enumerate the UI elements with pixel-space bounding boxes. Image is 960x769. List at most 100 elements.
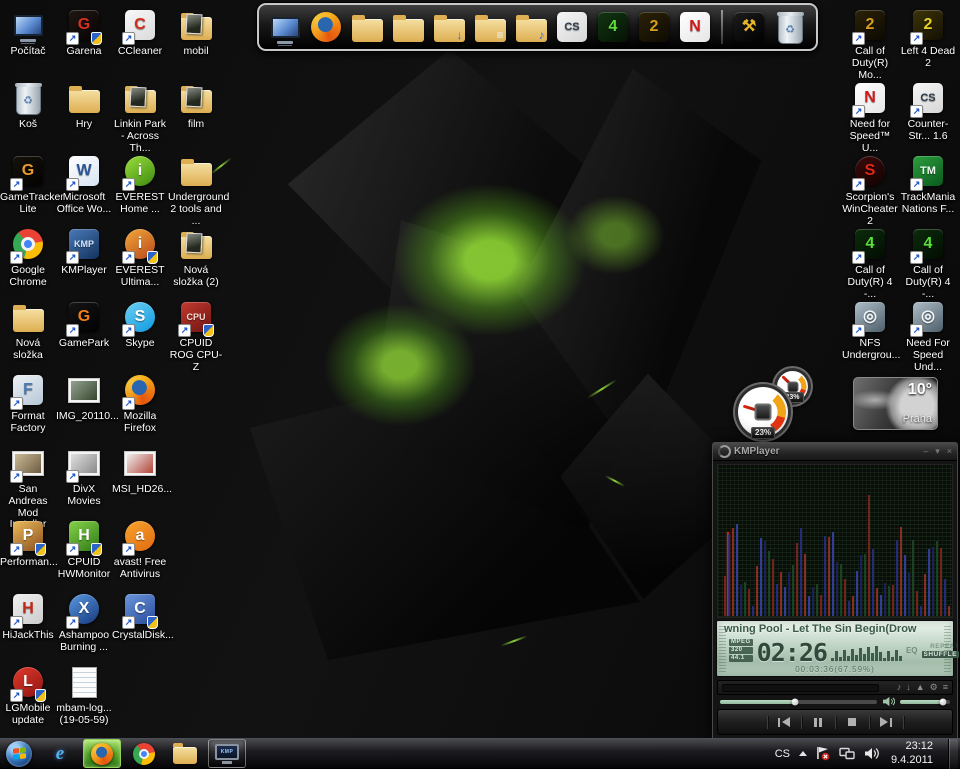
dock-item-documents-folder[interactable]: ≡ (472, 8, 508, 46)
dock-item-left-4-dead[interactable]: 4 (595, 8, 631, 46)
desktop-icon-format-factory[interactable]: F↗Format Factory (0, 369, 56, 442)
desktop-icon-ashampoo-burning[interactable]: X↗Ashampoo Burning ... (56, 588, 112, 661)
desktop-icon-cpuid-rog-cpu-z[interactable]: CPU↗CPUID ROG CPU-Z (168, 296, 224, 369)
desktop-icon-mozilla-firefox[interactable]: ↗Mozilla Firefox (112, 369, 168, 442)
desktop-icon-label: Hry (76, 119, 92, 131)
desktop-icon-img-20110[interactable]: IMG_20110... (56, 369, 112, 442)
taskbar-pin-firefox[interactable] (83, 739, 121, 768)
stream-samplerate: 44.1 (729, 655, 753, 662)
recycle-bin-icon (778, 15, 803, 44)
viz-bar (920, 606, 922, 616)
desktop-icon-left-4-dead-2[interactable]: 2↗Left 4 Dead 2 (899, 4, 957, 77)
seek-bar[interactable] (720, 700, 877, 704)
desktop-icon-film[interactable]: film (168, 77, 224, 150)
volume-icon[interactable] (864, 747, 879, 760)
desktop-icon-msi-hd26[interactable]: MSI_HD26... (112, 442, 168, 515)
desktop-icon-call-of-duty-r-4[interactable]: 4↗Call of Duty(R) 4 -... (841, 223, 899, 296)
shuffle-label[interactable]: SHUFFLE (922, 651, 959, 658)
next-button[interactable] (870, 715, 903, 730)
desktop-icon-performan[interactable]: P↗Performan... (0, 515, 56, 588)
minimize-button[interactable]: – (923, 447, 928, 456)
capture-icon[interactable]: ↓ (906, 683, 911, 692)
desktop-icon-google-chrome[interactable]: ↗Google Chrome (0, 223, 56, 296)
playlist-icon[interactable]: ≡ (943, 683, 948, 692)
desktop-icon-mbam-log-19-05-59[interactable]: mbam-log... (19-05-59) (56, 661, 112, 734)
desktop-icon-need-for-speed-und[interactable]: ◎↗Need For Speed Und... (899, 296, 957, 369)
viz-bar (864, 554, 866, 616)
desktop-icon-underground-2-tools-and[interactable]: Underground 2 tools and ... (168, 150, 224, 223)
repeat-label[interactable]: REPEAT (930, 643, 959, 650)
desktop-icon-nov-slo-ka[interactable]: Nová složka (0, 296, 56, 369)
stop-button[interactable] (836, 715, 869, 730)
dock-item-music-folder[interactable]: ♪ (513, 8, 549, 46)
weather-gadget[interactable]: 10° Praha (853, 377, 938, 430)
dock-item-computer[interactable] (267, 8, 303, 46)
music-icon[interactable]: ♪ (897, 683, 902, 692)
stream-bitrate: 320 (729, 647, 753, 654)
taskbar-button-kmplayer[interactable]: KMP (208, 739, 246, 768)
dock-item-left-4-dead-2[interactable]: 2 (636, 8, 672, 46)
desktop-icon-counter-str-1-6[interactable]: CS↗Counter-Str... 1.6 (899, 77, 957, 150)
dock-item-recycle-bin[interactable] (772, 8, 808, 46)
desktop-icon-po-ta[interactable]: Počítač (0, 4, 56, 77)
pause-button[interactable] (802, 715, 835, 730)
desktop-icon-gametracker-lite[interactable]: G↗GameTracker Lite (0, 150, 56, 223)
network-icon[interactable] (839, 747, 855, 760)
dock-item-firefox[interactable] (308, 8, 344, 46)
desktop-icon-cpuid-hwmonitor[interactable]: H↗CPUID HWMonitor (56, 515, 112, 588)
taskbar-clock[interactable]: 23:12 9.4.2011 (891, 740, 933, 768)
taskbar-pin-explorer[interactable] (167, 740, 203, 767)
desktop-icon-trackmania-nations-f[interactable]: TM↗TrackMania Nations F... (899, 150, 957, 223)
desktop-icon-mobil[interactable]: mobil (168, 4, 224, 77)
desktop-icon-nfs-undergrou[interactable]: ◎↗NFS Undergrou... (841, 296, 899, 369)
desktop-icon-linkin-park-across-th[interactable]: Linkin Park - Across Th... (112, 77, 168, 150)
taskbar-pin-internet-explorer[interactable]: e (42, 740, 78, 767)
always-on-top-button[interactable]: ▾ (935, 447, 940, 456)
action-center-flag-icon[interactable] (816, 746, 830, 761)
previous-button[interactable] (768, 715, 801, 730)
desktop-icon-avast-free-antivirus[interactable]: a↗avast! Free Antivirus (112, 515, 168, 588)
desktop-icon-divx-movies[interactable]: ↗DivX Movies (56, 442, 112, 515)
desktop-icon-everest-ultima[interactable]: i↗EVEREST Ultima... (112, 223, 168, 296)
taskbar-pin-chrome[interactable] (126, 740, 162, 767)
show-desktop-button[interactable] (948, 739, 958, 769)
desktop-icon-skype[interactable]: S↗Skype (112, 296, 168, 369)
desktop-icon-gamepark[interactable]: G↗GamePark (56, 296, 112, 369)
show-hidden-icons-arrow[interactable] (799, 751, 807, 756)
volume-bar[interactable] (900, 700, 950, 704)
desktop-icon-garena[interactable]: G↗Garena (56, 4, 112, 77)
kmplayer-titlebar[interactable]: KMPlayer – ▾ × (713, 443, 957, 461)
dock-item-downloads-folder[interactable]: ↓ (431, 8, 467, 46)
volume-thumb[interactable] (940, 698, 947, 705)
desktop-icon-need-for-speed-u[interactable]: N↗Need for Speed™ U... (841, 77, 899, 150)
seek-thumb[interactable] (792, 698, 799, 705)
desktop-icon-call-of-duty-r-mo[interactable]: 2↗Call of Duty(R) Mo... (841, 4, 899, 77)
desktop-icon-hry[interactable]: Hry (56, 77, 112, 150)
settings-icon[interactable]: ⚙ (930, 683, 938, 692)
desktop-icon-scorpion-s-wincheater-2[interactable]: S↗Scorpion's WinCheater 2 (841, 150, 899, 223)
eject-icon[interactable]: ▲ (916, 683, 925, 692)
dock-item-gold-tool[interactable]: ⚒ (731, 8, 767, 46)
desktop-icon-call-of-duty-r-4[interactable]: 4↗Call of Duty(R) 4 -... (899, 223, 957, 296)
desktop-icon-nov-slo-ka-2[interactable]: Nová složka (2) (168, 223, 224, 296)
desktop-icon-ko[interactable]: Koš (0, 77, 56, 150)
start-button[interactable] (6, 741, 32, 767)
desktop-icon-san-andreas-mod-installer[interactable]: ↗San Andreas Mod Installer (0, 442, 56, 515)
desktop-icon-crystaldisk[interactable]: C↗CrystalDisk... (112, 588, 168, 661)
desktop-icon-lgmobile-update[interactable]: L↗LGMobile update (0, 661, 56, 734)
desktop-icon-ccleaner[interactable]: C↗CCleaner (112, 4, 168, 77)
cpu-gauge-gadget[interactable]: 23% (735, 384, 791, 440)
desktop-icon-microsoft-office-wo[interactable]: W↗Microsoft Office Wo... (56, 150, 112, 223)
dock-item-need-for-speed[interactable]: N (677, 8, 713, 46)
desktop-icon-hijackthis[interactable]: H↗HiJackThis (0, 588, 56, 661)
desktop-icon-everest-home[interactable]: i↗EVEREST Home ... (112, 150, 168, 223)
player-volume-icon[interactable] (882, 696, 895, 707)
language-indicator[interactable]: CS (775, 748, 790, 760)
desktop-icon-kmplayer[interactable]: KMP↗KMPlayer (56, 223, 112, 296)
dock-item-counter-strike[interactable]: CS (554, 8, 590, 46)
player-toolbar: ♪ ↓ ▲ ⚙ ≡ (717, 680, 953, 695)
eq-label[interactable]: EQ (906, 646, 918, 655)
dock-item-folder-2[interactable] (390, 8, 426, 46)
dock-item-folder-1[interactable] (349, 8, 385, 46)
close-button[interactable]: × (947, 447, 952, 456)
